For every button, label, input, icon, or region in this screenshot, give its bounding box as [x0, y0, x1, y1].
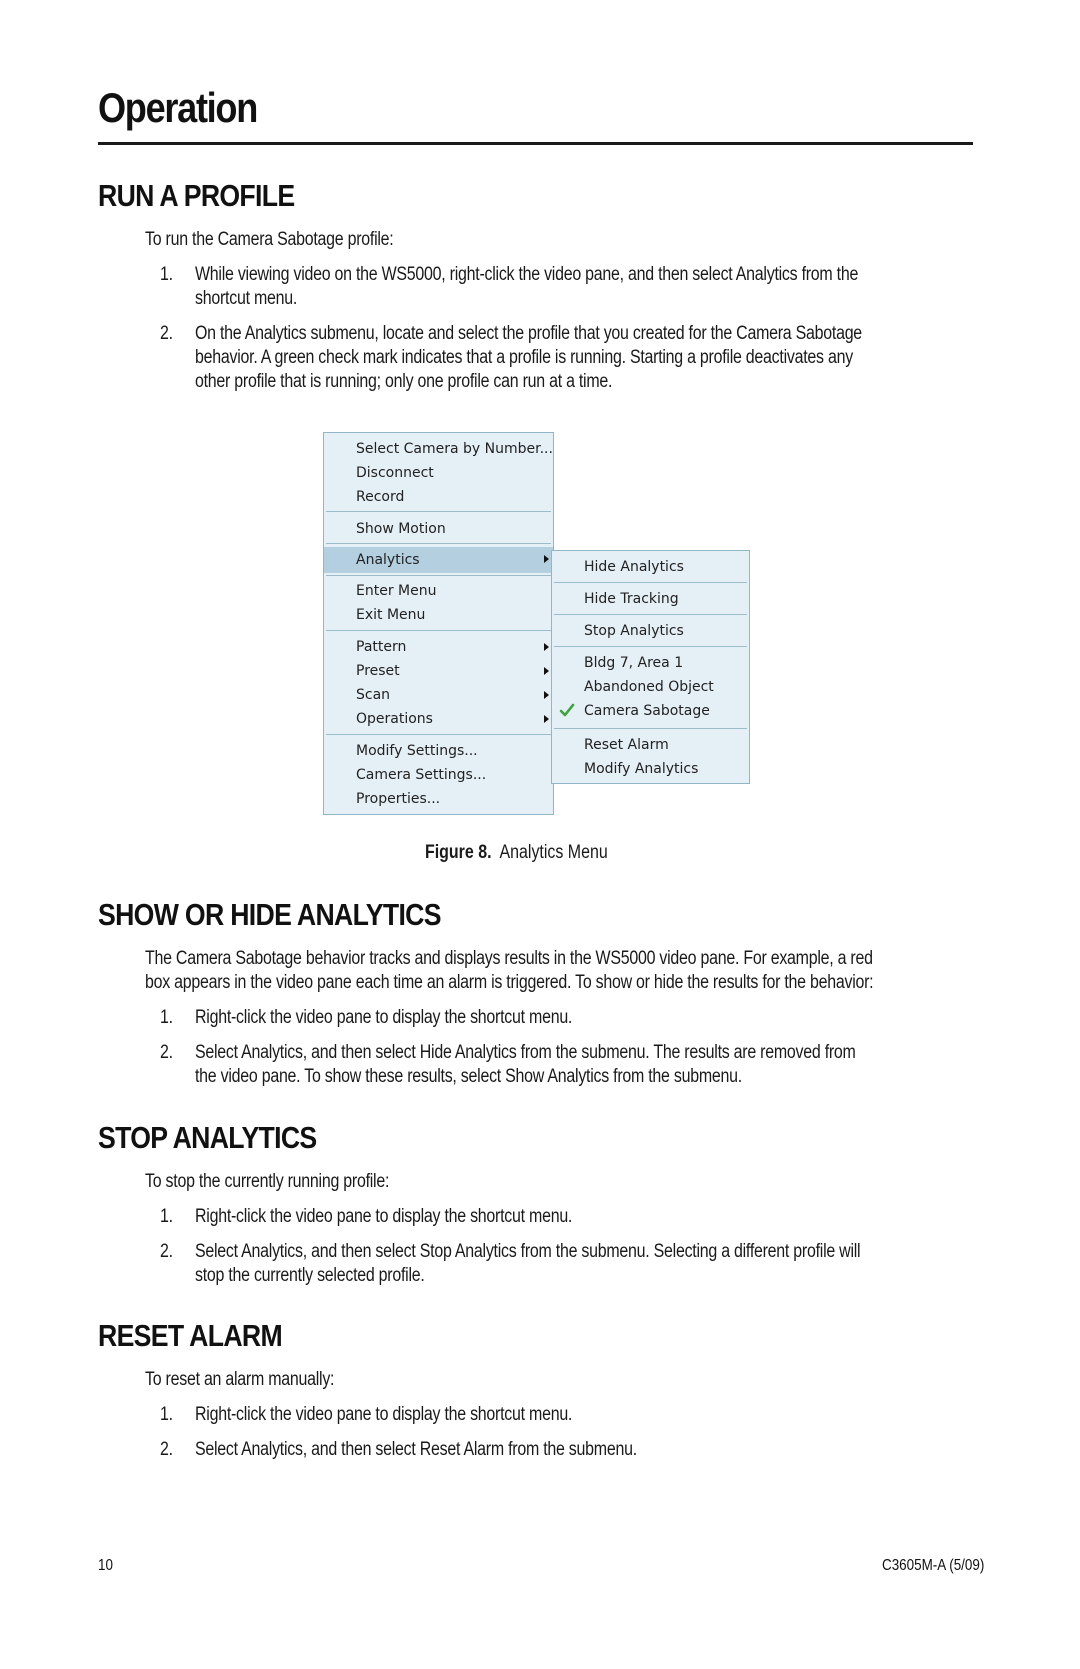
analytics-submenu: Hide Analytics Hide Tracking Stop Analyt… [551, 550, 750, 784]
heading-reset-alarm: RESET ALARM [98, 1318, 283, 1353]
heading-show-hide-analytics: SHOW OR HIDE ANALYTICS [98, 897, 442, 932]
menu-item-show-motion[interactable]: Show Motion [324, 517, 553, 541]
menu-item-operations[interactable]: Operations [324, 707, 553, 731]
step-text: Right-click the video pane to display th… [195, 1007, 573, 1028]
step-text: Select Analytics, and then select Hide A… [195, 1042, 856, 1063]
submenu-item-profile-bldg7[interactable]: Bldg 7, Area 1 [552, 651, 749, 675]
menu-item-label: Analytics [356, 552, 420, 568]
step-text: Right-click the video pane to display th… [195, 1404, 573, 1425]
menu-separator [554, 646, 747, 647]
menu-item-disconnect[interactable]: Disconnect [324, 461, 553, 485]
submenu-arrow-icon [544, 555, 549, 563]
menu-separator [326, 543, 551, 544]
step-text: While viewing video on the WS5000, right… [195, 264, 859, 285]
step-text: shortcut menu. [195, 288, 298, 309]
menu-item-exit-menu[interactable]: Exit Menu [324, 603, 553, 627]
menu-separator [554, 582, 747, 583]
submenu-item-modify-analytics[interactable]: Modify Analytics [552, 757, 749, 781]
shortcut-menu: Select Camera by Number... Disconnect Re… [323, 432, 554, 815]
menu-separator [326, 511, 551, 512]
menu-item-preset[interactable]: Preset [324, 659, 553, 683]
menu-separator [326, 630, 551, 631]
figure-caption-text: Analytics Menu [499, 842, 608, 863]
stop-intro: To stop the currently running profile: [145, 1171, 390, 1192]
step-text: other profile that is running; only one … [195, 371, 613, 392]
submenu-item-stop-analytics[interactable]: Stop Analytics [552, 619, 749, 643]
submenu-arrow-icon [544, 715, 549, 723]
submenu-item-reset-alarm[interactable]: Reset Alarm [552, 733, 749, 757]
heading-run-profile: RUN A PROFILE [98, 178, 295, 213]
step-text: the video pane. To show these results, s… [195, 1066, 742, 1087]
step-text: On the Analytics submenu, locate and sel… [195, 323, 862, 344]
step-number: 1. [160, 1206, 173, 1227]
step-text: Select Analytics, and then select Reset … [195, 1439, 637, 1460]
reset-intro: To reset an alarm manually: [145, 1369, 335, 1390]
page-title: Operation [98, 84, 258, 131]
submenu-item-hide-analytics[interactable]: Hide Analytics [552, 555, 749, 579]
menu-item-label: Pattern [356, 639, 407, 655]
menu-item-modify-settings[interactable]: Modify Settings... [324, 739, 553, 763]
document-id: C3605M-A (5/09) [882, 1557, 985, 1574]
menu-item-record[interactable]: Record [324, 485, 553, 509]
submenu-item-profile-abandoned-object[interactable]: Abandoned Object [552, 675, 749, 699]
submenu-item-profile-camera-sabotage[interactable]: Camera Sabotage [552, 699, 749, 723]
menu-item-label: Operations [356, 711, 433, 727]
menu-separator [554, 614, 747, 615]
step-number: 2. [160, 1042, 173, 1063]
menu-item-properties[interactable]: Properties... [324, 787, 553, 811]
submenu-arrow-icon [544, 691, 549, 699]
step-text: behavior. A green check mark indicates t… [195, 347, 853, 368]
menu-item-scan[interactable]: Scan [324, 683, 553, 707]
menu-item-enter-menu[interactable]: Enter Menu [324, 579, 553, 603]
menu-item-label: Scan [356, 687, 391, 703]
step-text: Select Analytics, and then select Stop A… [195, 1241, 861, 1262]
heading-stop-analytics: STOP ANALYTICS [98, 1120, 317, 1155]
menu-separator [326, 734, 551, 735]
submenu-arrow-icon [544, 643, 549, 651]
step-number: 2. [160, 323, 173, 344]
step-text: Right-click the video pane to display th… [195, 1206, 573, 1227]
menu-item-select-camera[interactable]: Select Camera by Number... [324, 437, 553, 461]
submenu-item-hide-tracking[interactable]: Hide Tracking [552, 587, 749, 611]
menu-item-label: Preset [356, 663, 400, 679]
step-number: 2. [160, 1241, 173, 1262]
figure-label: Figure 8. [425, 842, 492, 863]
menu-separator [554, 728, 747, 729]
run-profile-intro: To run the Camera Sabotage profile: [145, 229, 394, 250]
menu-item-camera-settings[interactable]: Camera Settings... [324, 763, 553, 787]
title-rule [98, 142, 973, 145]
menu-item-label: Camera Sabotage [584, 703, 710, 719]
paragraph-text: The Camera Sabotage behavior tracks and … [145, 948, 873, 969]
step-text: stop the currently selected profile. [195, 1265, 425, 1286]
step-number: 1. [160, 1404, 173, 1425]
menu-separator [326, 575, 551, 576]
step-number: 1. [160, 1007, 173, 1028]
paragraph-text: box appears in the video pane each time … [145, 972, 874, 993]
menu-item-pattern[interactable]: Pattern [324, 635, 553, 659]
menu-item-analytics[interactable]: Analytics [324, 547, 553, 573]
submenu-arrow-icon [544, 667, 549, 675]
step-number: 1. [160, 264, 173, 285]
page-number: 10 [98, 1557, 113, 1574]
step-number: 2. [160, 1439, 173, 1460]
figure-caption: Figure 8. Analytics Menu [425, 842, 608, 864]
green-check-icon [559, 703, 575, 717]
